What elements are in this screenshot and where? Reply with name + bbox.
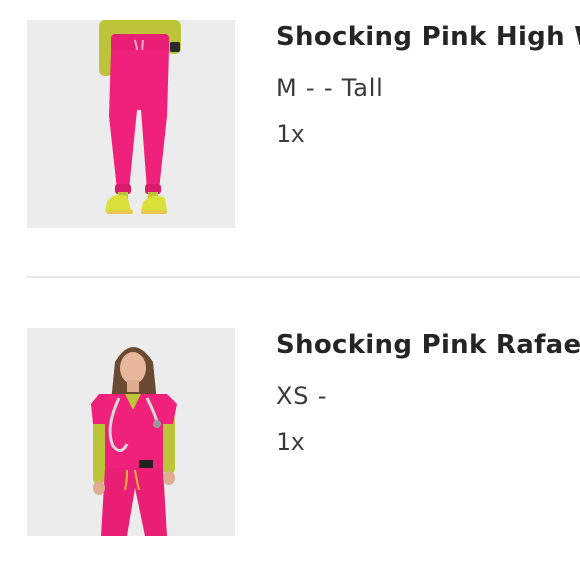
pink-jogger-pants-photo — [27, 20, 235, 228]
product-image[interactable] — [27, 20, 235, 228]
product-title[interactable]: Shocking Pink Rafae — [276, 330, 580, 360]
item-divider — [27, 276, 580, 278]
cart-item-list: Shocking Pink High W M - - Tall 1x Shock… — [0, 0, 580, 580]
product-title[interactable]: Shocking Pink High W — [276, 22, 580, 52]
cart-item: Shocking Pink High W M - - Tall 1x — [0, 18, 580, 230]
cart-item: Shocking Pink Rafae XS - 1x — [0, 326, 580, 538]
product-quantity: 1x — [276, 120, 305, 148]
product-variant: M - - Tall — [276, 74, 384, 102]
pink-scrub-top-photo — [27, 328, 235, 536]
product-image[interactable] — [27, 328, 235, 536]
product-quantity: 1x — [276, 428, 305, 456]
product-variant: XS - — [276, 382, 328, 410]
